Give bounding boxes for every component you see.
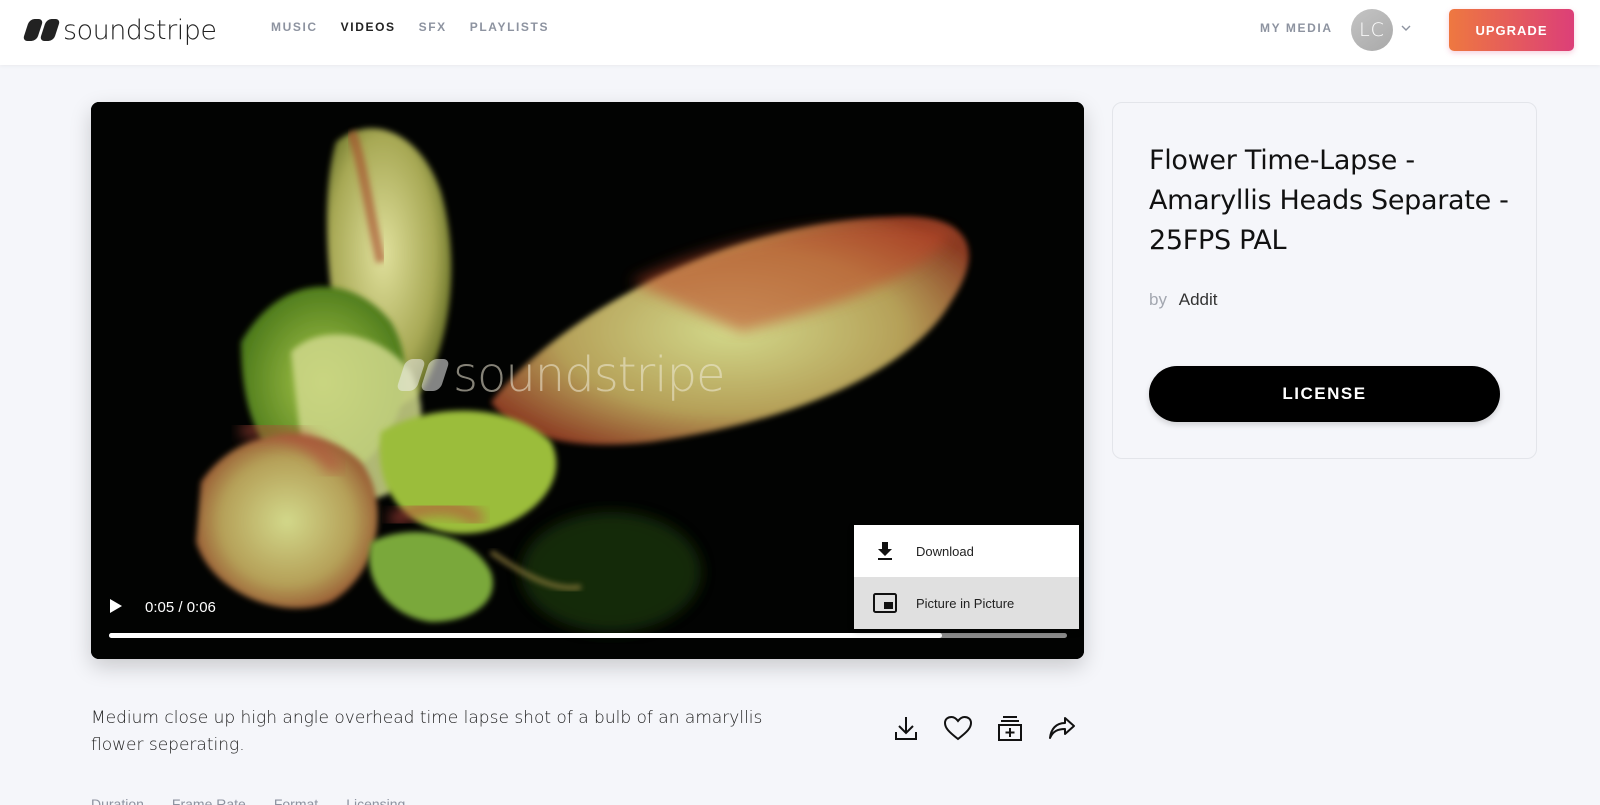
progress-fill <box>109 633 943 638</box>
heart-icon <box>943 715 973 741</box>
logo-text: soundstripe <box>63 14 217 46</box>
menu-item-picture-in-picture[interactable]: Picture in Picture <box>854 577 1079 629</box>
video-details-card: Flower Time-Lapse - Amaryllis Heads Sepa… <box>1112 102 1537 459</box>
meta-label-format: Format <box>273 796 319 805</box>
video-actions <box>890 712 1078 744</box>
play-button[interactable] <box>109 598 127 618</box>
add-to-collection-button[interactable] <box>994 712 1026 744</box>
nav-videos[interactable]: VIDEOS <box>341 20 396 34</box>
play-icon <box>110 599 122 613</box>
video-description: Medium close up high angle overhead time… <box>91 708 763 755</box>
download-button[interactable] <box>890 712 922 744</box>
video-watermark: soundstripe <box>395 347 726 403</box>
picture-in-picture-icon <box>854 593 916 613</box>
favorite-button[interactable] <box>942 712 974 744</box>
menu-item-download[interactable]: Download <box>854 525 1079 577</box>
download-icon <box>895 717 917 740</box>
video-player[interactable]: soundstripe 0:05 / 0:06 Download Picture… <box>91 102 1084 659</box>
byline: by Addit <box>1149 290 1218 310</box>
watermark-logo-icon <box>395 359 451 391</box>
license-button[interactable]: LICENSE <box>1149 366 1500 422</box>
upgrade-button[interactable]: UPGRADE <box>1449 9 1574 51</box>
add-to-collection-icon <box>998 716 1022 741</box>
top-navigation-bar: soundstripe MUSIC VIDEOS SFX PLAYLISTS M… <box>0 0 1600 65</box>
meta-label-licensing: Licensing <box>346 796 406 805</box>
nav-playlists[interactable]: PLAYLISTS <box>470 20 549 34</box>
nav-sfx[interactable]: SFX <box>419 20 447 34</box>
by-label: by <box>1149 290 1167 309</box>
artist-link[interactable]: Addit <box>1179 290 1218 309</box>
nav-music[interactable]: MUSIC <box>271 20 318 34</box>
video-progress-bar[interactable] <box>109 633 1067 638</box>
meta-label-frame-rate: Frame Rate <box>171 796 246 805</box>
video-context-menu: Download Picture in Picture <box>854 525 1079 629</box>
logo-mark-icon <box>22 19 61 41</box>
time-display: 0:05 / 0:06 <box>145 599 216 616</box>
video-title: Flower Time-Lapse - Amaryllis Heads Sepa… <box>1149 145 1509 256</box>
share-button[interactable] <box>1046 712 1078 744</box>
chevron-down-icon[interactable] <box>1401 18 1413 38</box>
download-icon <box>854 541 916 561</box>
video-meta-labels: Duration Frame Rate Format Licensing <box>91 796 405 805</box>
meta-label-duration: Duration <box>91 796 144 805</box>
share-icon <box>1049 717 1075 739</box>
main-nav: MUSIC VIDEOS SFX PLAYLISTS <box>271 20 549 34</box>
soundstripe-logo[interactable]: soundstripe <box>22 14 217 46</box>
my-media-link[interactable]: MY MEDIA <box>1260 21 1333 35</box>
avatar[interactable]: LC <box>1351 9 1393 51</box>
